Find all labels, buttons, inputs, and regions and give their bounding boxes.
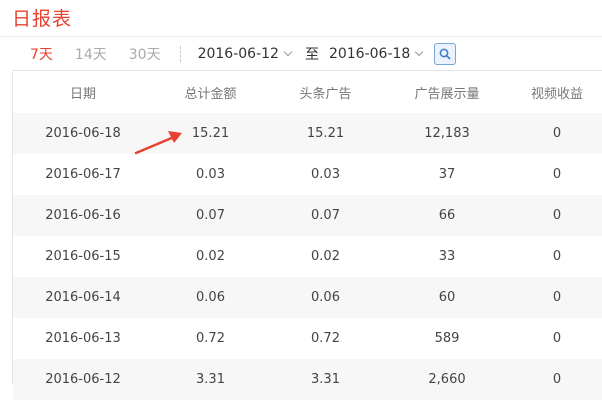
- table-cell: 2016-06-17: [45, 167, 121, 182]
- search-button[interactable]: [434, 43, 457, 65]
- table-cell: 37: [438, 167, 456, 182]
- to-label: 至: [304, 47, 319, 63]
- table-cell: 0: [511, 113, 602, 154]
- table-cell: 0.03: [311, 167, 340, 182]
- table-cell: 2016-06-15: [45, 249, 121, 264]
- daily-report-table: 日期 总计金额 头条广告 广告展示量 视频收益 2016-06-18 15.21…: [12, 70, 602, 400]
- table-cell: 12,183: [383, 113, 511, 154]
- table-cell: 0: [511, 277, 602, 318]
- table-cell: 15.21: [268, 113, 383, 154]
- table-cell: 0: [511, 195, 602, 236]
- column-header-video-revenue: 视频收益: [511, 71, 602, 113]
- table-cell: 2016-06-14: [13, 277, 153, 318]
- table-cell: 0.06: [153, 277, 268, 318]
- column-header-date: 日期: [13, 71, 153, 113]
- red-arrow-icon: [134, 131, 182, 155]
- date-toolbar: 7天 14天 30天 2016-06-12 至 2016-06-18: [0, 38, 602, 70]
- table-cell: 3.31: [268, 359, 383, 400]
- table-row: 2016-06-17 0.03 0.03 37 0: [13, 154, 602, 195]
- table-cell: 589: [434, 331, 460, 346]
- tab-7-days[interactable]: 7天: [30, 44, 53, 64]
- end-date-picker[interactable]: 2016-06-18: [328, 46, 424, 62]
- table-cell: 2016-06-12: [13, 359, 153, 400]
- table-row: 2016-06-13 0.72 0.72 589 0: [13, 318, 602, 359]
- table-row: 2016-06-14 0.06 0.06 60 0: [13, 277, 602, 318]
- start-date-value: 2016-06-12: [197, 46, 279, 62]
- tab-14-days[interactable]: 14天: [75, 44, 107, 64]
- start-date-picker[interactable]: 2016-06-12: [197, 46, 293, 62]
- table-cell: 0.72: [311, 331, 340, 346]
- chevron-down-icon: [415, 47, 424, 57]
- table-cell: 33: [438, 249, 456, 264]
- table-cell: 0.72: [196, 331, 225, 346]
- tab-30-days[interactable]: 30天: [129, 44, 161, 64]
- column-header-ad-impressions: 广告展示量: [383, 71, 511, 113]
- table-cell: 2016-06-13: [45, 331, 121, 346]
- table-cell: 0: [552, 167, 562, 182]
- search-icon: [439, 48, 451, 60]
- table-cell: 0.07: [153, 195, 268, 236]
- table-cell: 66: [383, 195, 511, 236]
- table-cell: 2,660: [383, 359, 511, 400]
- page-title: 日报表: [12, 8, 73, 30]
- table-header-row: 日期 总计金额 头条广告 广告展示量 视频收益: [13, 71, 602, 113]
- table-cell: 0: [552, 249, 562, 264]
- table-cell: 0: [552, 331, 562, 346]
- table-cell: 2016-06-16: [13, 195, 153, 236]
- table-cell: 0: [511, 359, 602, 400]
- table-row: 2016-06-12 3.31 3.31 2,660 0: [13, 359, 602, 400]
- column-header-headline-ads: 头条广告: [268, 71, 383, 113]
- table-row: 2016-06-18 15.21 15.21 12,183 0: [13, 113, 602, 154]
- table-row: 2016-06-15 0.02 0.02 33 0: [13, 236, 602, 277]
- table-row: 2016-06-16 0.07 0.07 66 0: [13, 195, 602, 236]
- table-cell: 0.06: [268, 277, 383, 318]
- table-cell: 0.02: [196, 249, 225, 264]
- toolbar-divider: [179, 46, 181, 62]
- title-divider: [0, 36, 602, 37]
- table-cell: 0.02: [311, 249, 340, 264]
- table-cell: 0.03: [196, 167, 225, 182]
- table-cell: 3.31: [153, 359, 268, 400]
- table-cell: 0.07: [268, 195, 383, 236]
- end-date-value: 2016-06-18: [328, 46, 411, 62]
- chevron-down-icon: [283, 47, 293, 57]
- column-header-total: 总计金额: [153, 71, 268, 113]
- table-cell: 60: [383, 277, 511, 318]
